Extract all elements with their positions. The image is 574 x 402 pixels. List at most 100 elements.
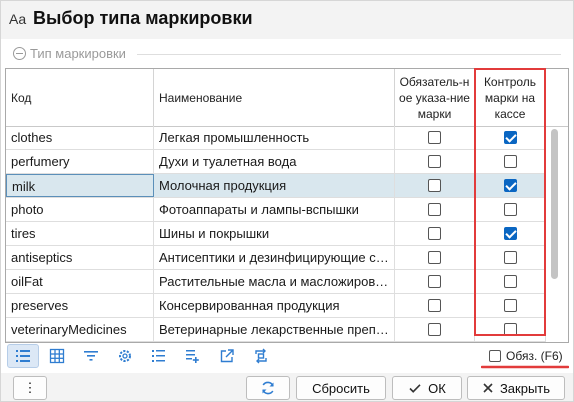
font-size-icon[interactable]: Aa <box>9 11 26 27</box>
cell-name[interactable]: Растительные масла и масложирова… <box>154 270 395 293</box>
cell-required <box>395 270 475 293</box>
cell-control <box>475 174 546 197</box>
control-checkbox[interactable] <box>504 203 517 216</box>
cell-required <box>395 222 475 245</box>
control-checkbox[interactable] <box>504 179 517 192</box>
required-checkbox[interactable] <box>428 179 441 192</box>
required-checkbox[interactable] <box>428 299 441 312</box>
required-filter-label: Обяз. (F6) <box>506 349 563 363</box>
refresh-swap-button[interactable] <box>245 344 277 368</box>
group-legend-label: Тип маркировки <box>30 46 126 61</box>
cell-code[interactable]: milk <box>6 174 154 197</box>
scrollbar-thumb[interactable] <box>551 129 558 279</box>
column-header-required[interactable]: Обязатель-ное указа-ние марки <box>395 69 475 126</box>
column-header-required-label: Обязатель-ное указа-ние марки <box>399 74 470 121</box>
control-checkbox[interactable] <box>504 227 517 240</box>
add-rows-icon <box>186 350 199 363</box>
refresh-button[interactable] <box>246 376 290 400</box>
cell-name[interactable]: Антисептики и дезинфицирующие с… <box>154 246 395 269</box>
table-row[interactable]: preserves Консервированная продукция <box>6 294 546 318</box>
group-legend[interactable]: Тип маркировки <box>13 46 126 61</box>
cell-code[interactable]: antiseptics <box>6 246 154 269</box>
close-button[interactable]: Закрыть <box>467 376 565 400</box>
cell-control <box>475 198 546 221</box>
add-rows-button[interactable] <box>177 344 209 368</box>
table-row[interactable]: veterinaryMedicines Ветеринарные лекарств… <box>6 318 546 342</box>
table-row[interactable]: photo Фотоаппараты и лампы-вспышки <box>6 198 546 222</box>
cell-control <box>475 318 546 341</box>
cell-code[interactable]: preserves <box>6 294 154 317</box>
group-divider <box>137 54 561 55</box>
control-checkbox[interactable] <box>504 251 517 264</box>
refresh-icon <box>262 381 274 395</box>
column-header-code[interactable]: Код <box>6 69 154 126</box>
table-view-button[interactable] <box>41 344 73 368</box>
ok-button[interactable]: ОК <box>392 376 462 400</box>
reset-button[interactable]: Сбросить <box>296 376 386 400</box>
settings-gear-icon <box>119 350 131 362</box>
cell-code[interactable]: photo <box>6 198 154 221</box>
cell-name[interactable]: Шины и покрышки <box>154 222 395 245</box>
cell-code[interactable]: veterinaryMedicines <box>6 318 154 341</box>
required-checkbox[interactable] <box>428 155 441 168</box>
table-row[interactable]: oilFat Растительные масла и масложирова… <box>6 270 546 294</box>
cell-name[interactable]: Консервированная продукция <box>154 294 395 317</box>
filter-icon <box>84 351 98 361</box>
dialog-window: Aa Выбор типа маркировки Тип маркировки … <box>0 0 574 402</box>
table-header: Код Наименование Обязатель-ное указа-ние… <box>6 69 568 127</box>
control-checkbox[interactable] <box>504 131 517 144</box>
cell-control <box>475 222 546 245</box>
cell-required <box>395 318 475 341</box>
control-checkbox[interactable] <box>504 299 517 312</box>
cell-control <box>475 270 546 293</box>
more-actions-button[interactable]: ⋮ <box>13 376 47 400</box>
marking-types-table[interactable]: Код Наименование Обязатель-ное указа-ние… <box>5 68 569 343</box>
column-header-control[interactable]: Контроль марки на кассе <box>475 69 546 126</box>
cell-name[interactable]: Фотоаппараты и лампы-вспышки <box>154 198 395 221</box>
list-view-icon <box>16 350 30 362</box>
table-row[interactable]: antiseptics Антисептики и дезинфицирующие… <box>6 246 546 270</box>
cell-control <box>475 126 546 149</box>
table-row[interactable]: perfumery Духи и туалетная вода <box>6 150 546 174</box>
cell-code[interactable]: oilFat <box>6 270 154 293</box>
close-icon <box>483 383 493 393</box>
cell-control <box>475 150 546 173</box>
required-checkbox[interactable] <box>428 203 441 216</box>
required-filter-box[interactable] <box>489 350 501 362</box>
control-checkbox[interactable] <box>504 155 517 168</box>
column-header-control-label: Контроль марки на кассе <box>483 74 537 121</box>
collapse-group-icon[interactable] <box>13 47 26 60</box>
required-checkbox[interactable] <box>428 323 441 336</box>
table-row[interactable]: milk Молочная продукция <box>6 174 546 198</box>
required-checkbox[interactable] <box>428 251 441 264</box>
cell-name[interactable]: Духи и туалетная вода <box>154 150 395 173</box>
dialog-title: Выбор типа маркировки <box>33 8 253 28</box>
required-checkbox[interactable] <box>428 275 441 288</box>
open-external-button[interactable] <box>211 344 243 368</box>
cell-name[interactable]: Молочная продукция <box>154 174 395 197</box>
table-row[interactable]: tires Шины и покрышки <box>6 222 546 246</box>
cell-name[interactable]: Легкая промышленность <box>154 126 395 149</box>
vertical-scrollbar[interactable] <box>551 127 558 327</box>
cell-name[interactable]: Ветеринарные лекарственные преп… <box>154 318 395 341</box>
cell-code[interactable]: perfumery <box>6 150 154 173</box>
cell-required <box>395 294 475 317</box>
open-external-icon <box>220 349 234 363</box>
filter-button[interactable] <box>75 344 107 368</box>
required-filter-checkbox[interactable]: Обяз. (F6) <box>489 349 563 363</box>
list-view-button[interactable] <box>7 344 39 368</box>
cell-control <box>475 294 546 317</box>
column-header-name[interactable]: Наименование <box>154 69 395 126</box>
filter-highlight-underline <box>481 365 569 369</box>
cell-code[interactable]: clothes <box>6 126 154 149</box>
dialog-button-bar: ⋮ Сбросить ОК Закрыть <box>1 373 573 401</box>
required-checkbox[interactable] <box>428 131 441 144</box>
cell-code[interactable]: tires <box>6 222 154 245</box>
control-checkbox[interactable] <box>504 323 517 336</box>
table-row[interactable]: clothes Легкая промышленность <box>6 126 546 150</box>
numbered-list-button[interactable] <box>143 344 175 368</box>
cell-required <box>395 126 475 149</box>
required-checkbox[interactable] <box>428 227 441 240</box>
settings-button[interactable] <box>109 344 141 368</box>
control-checkbox[interactable] <box>504 275 517 288</box>
